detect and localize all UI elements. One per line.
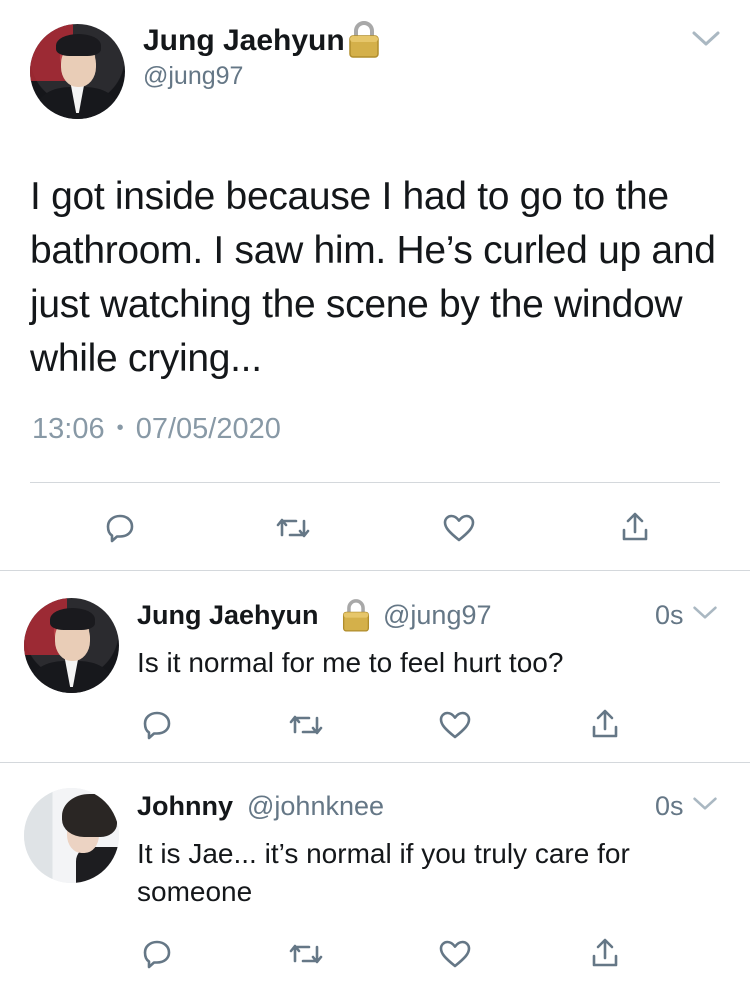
retweet-button[interactable] <box>284 934 328 974</box>
divider <box>0 570 750 571</box>
heart-icon <box>443 514 475 542</box>
author-name[interactable]: Jung Jaehyun <box>143 24 345 58</box>
reply-button[interactable] <box>135 705 179 745</box>
retweet-button[interactable] <box>284 705 328 745</box>
reply-icon <box>106 514 134 543</box>
tweet-text: I got inside because I had to go to the … <box>30 175 716 380</box>
lock-icon <box>342 599 370 632</box>
retweet-icon <box>276 518 310 538</box>
share-button[interactable] <box>583 703 627 745</box>
retweet-icon <box>289 715 323 735</box>
tweet-time: 13:06 <box>32 413 105 445</box>
share-icon <box>622 512 648 541</box>
reply-icon <box>143 711 171 740</box>
author-name[interactable]: Jung Jaehyun <box>137 600 319 631</box>
reply-text: Is it normal for me to feel hurt too? <box>137 647 564 678</box>
like-button[interactable] <box>437 508 481 548</box>
avatar[interactable] <box>24 598 119 693</box>
reply-button[interactable] <box>98 508 142 548</box>
author-handle[interactable]: @jung97 <box>143 62 243 91</box>
reply-button[interactable] <box>135 934 179 974</box>
avatar[interactable] <box>24 788 119 883</box>
reply-time: 0s <box>655 600 684 630</box>
avatar[interactable] <box>30 24 125 119</box>
share-icon <box>592 938 618 967</box>
reply-time: 0s <box>655 791 684 821</box>
tweet-timestamp: 13:06 • 07/05/2020 <box>32 413 281 446</box>
reply-text: It is Jae... it’s normal if you truly ca… <box>137 838 630 907</box>
chevron-down-icon[interactable] <box>691 30 721 48</box>
author-handle[interactable]: @johnknee <box>247 791 384 822</box>
retweet-button[interactable] <box>271 508 315 548</box>
chevron-down-icon[interactable] <box>692 604 718 622</box>
timestamp-separator: • <box>116 417 124 439</box>
share-icon <box>592 709 618 738</box>
reply-icon <box>143 940 171 969</box>
like-button[interactable] <box>433 705 477 745</box>
author-name[interactable]: Johnny <box>137 791 233 822</box>
lock-icon <box>349 21 379 58</box>
tweet-date: 07/05/2020 <box>135 413 281 445</box>
heart-icon <box>439 940 471 968</box>
divider <box>0 762 750 763</box>
retweet-icon <box>289 944 323 964</box>
like-button[interactable] <box>433 934 477 974</box>
heart-icon <box>439 711 471 739</box>
author-handle[interactable]: @jung97 <box>383 600 492 631</box>
share-button[interactable] <box>583 932 627 974</box>
chevron-down-icon[interactable] <box>692 795 718 813</box>
share-button[interactable] <box>613 506 657 548</box>
divider <box>30 482 720 483</box>
